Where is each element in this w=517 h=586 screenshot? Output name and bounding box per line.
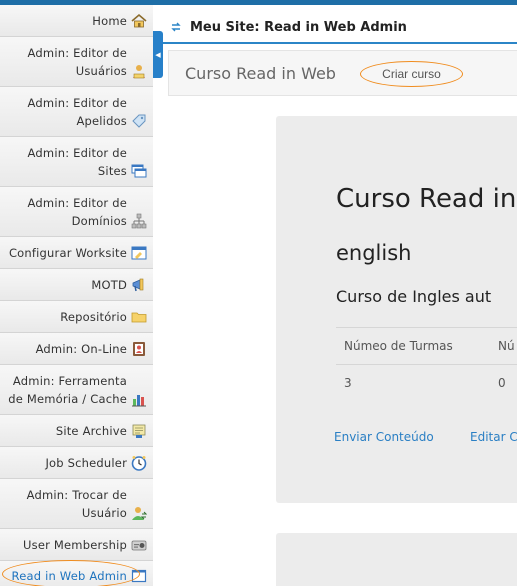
edit-course-link[interactable]: Editar C [470,430,517,444]
sidebar-item-label: Home [92,13,127,28]
sidebar-item-alias-editor[interactable]: Admin: Editor de Apelidos [0,87,153,137]
title-underline [163,42,517,44]
course-card: Curso Read in Web english Curso de Ingle… [276,116,517,503]
sidebar-item-label: Repositório [60,309,127,324]
table-cell: 0 [498,376,506,390]
folder-icon [131,309,147,325]
network-icon [131,213,147,229]
clock-icon [131,455,147,471]
sidebar-item-motd[interactable]: MOTD [0,269,153,301]
window-icon [131,568,147,584]
sidebar-item-label: Admin: Editor de Domínios [27,195,127,228]
page-title-row: Meu Site: Read in Web Admin [163,13,517,41]
table-header: Nú [498,339,515,353]
table-header: Númeo de Turmas [344,339,453,353]
sidebar-item-label: Admin: On-Line [35,341,127,356]
switch-user-icon [131,505,148,521]
course-title: Curso Read in Web [336,184,517,214]
sidebar-item-online[interactable]: Admin: On-Line [0,333,153,365]
sidebar-item-site-archive[interactable]: Site Archive [0,415,153,447]
course-actions: Enviar Conteúdo Editar C [334,430,517,450]
tag-icon [131,113,147,129]
membership-icon [131,537,147,553]
sidebar-item-label: Admin: Editor de Sites [27,145,127,178]
sidebar-item-read-in-web-admin[interactable]: Read in Web Admin [0,561,153,586]
course-card-next [276,533,517,586]
home-icon [131,13,147,29]
user-edit-icon [131,63,147,79]
sidebar-item-configure-worksite[interactable]: Configurar Worksite [0,237,153,269]
sidebar-item-home[interactable]: Home [0,5,153,37]
course-stats-table: Númeo de Turmas Nú 3 0 [336,327,517,402]
sidebar-item-repository[interactable]: Repositório [0,301,153,333]
toolbar: Curso Read in Web Criar curso [168,50,517,96]
page-title: Meu Site: Read in Web Admin [190,19,407,35]
table-cell: 3 [344,376,352,390]
sidebar-item-label: Admin: Editor de Usuários [27,45,127,78]
sidebar-item-user-editor[interactable]: Admin: Editor de Usuários [0,37,153,87]
course-description: Curso de Ingles aut [336,287,492,306]
sidebar-item-label: Admin: Editor de Apelidos [27,95,127,128]
toolbar-title: Curso Read in Web [185,64,336,83]
create-course-button[interactable]: Criar curso [360,61,463,87]
reset-tool-icon[interactable] [170,18,182,37]
sidebar-item-label: User Membership [23,537,127,552]
sidebar-item-label: Configurar Worksite [8,245,127,260]
sidebar-item-domains-editor[interactable]: Admin: Editor de Domínios [0,187,153,237]
sidebar-item-switch-user[interactable]: Admin: Trocar de Usuário [0,479,153,529]
sidebar-item-label: Job Scheduler [45,455,127,470]
megaphone-icon [131,277,147,293]
sidebar-item-user-membership[interactable]: User Membership [0,529,153,561]
sidebar-item-label: Read in Web Admin [11,568,127,583]
worksite-icon [131,245,147,261]
sidebar-item-label: Admin: Trocar de Usuário [26,487,127,520]
sidebar: Home Admin: Editor de Usuários Admin: Ed… [0,5,153,586]
sidebar-item-job-scheduler[interactable]: Job Scheduler [0,447,153,479]
course-language: english [336,241,412,265]
table-row: 3 0 [336,365,517,402]
send-content-link[interactable]: Enviar Conteúdo [334,430,434,444]
sidebar-item-label: Site Archive [55,423,127,438]
contact-icon [131,341,147,357]
archive-icon [131,423,147,439]
table-header-row: Númeo de Turmas Nú [336,328,517,365]
sites-icon [131,163,147,179]
main-content: Meu Site: Read in Web Admin Curso Read i… [163,5,517,586]
sidebar-collapse-toggle[interactable]: ◀ [153,31,163,78]
memory-chart-icon [131,391,147,407]
sidebar-item-sites-editor[interactable]: Admin: Editor de Sites [0,137,153,187]
sidebar-item-label: Admin: Ferramenta de Memória / Cache [8,373,127,406]
sidebar-item-label: MOTD [91,277,127,292]
sidebar-item-memory-cache[interactable]: Admin: Ferramenta de Memória / Cache [0,365,153,415]
chevron-left-icon: ◀ [155,50,161,59]
